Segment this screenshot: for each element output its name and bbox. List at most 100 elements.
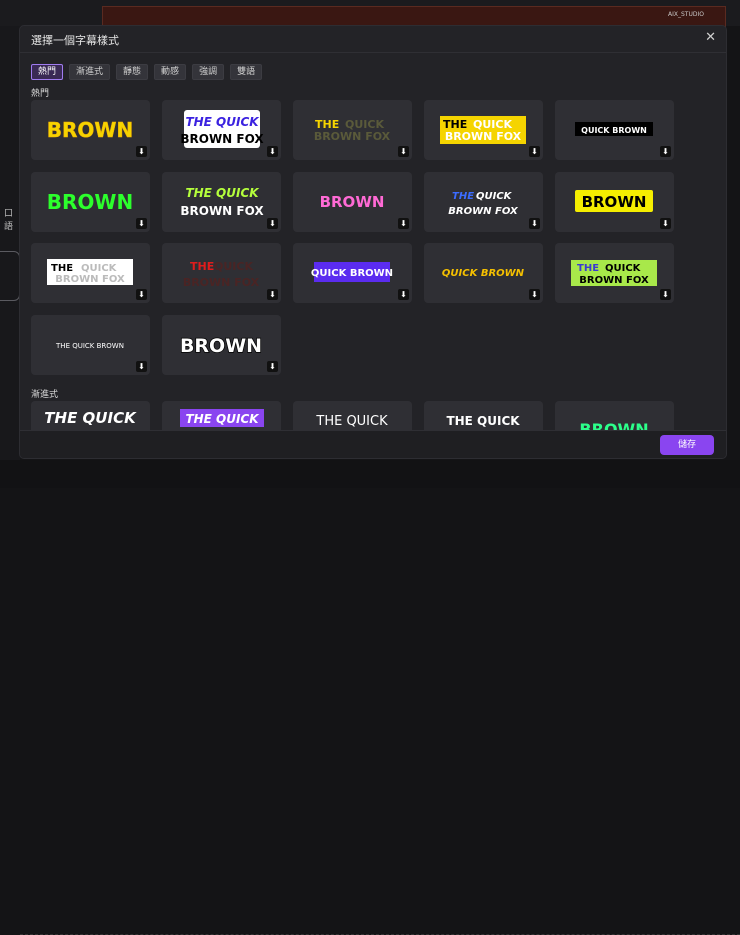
- style-preview: THE QUICK BROWN FOX: [448, 191, 519, 217]
- dialog-title: 選擇一個字幕樣式: [31, 34, 119, 47]
- svg-text:QUICK: QUICK: [81, 263, 118, 274]
- tab-static[interactable]: 靜態: [116, 64, 149, 80]
- tab-progressive[interactable]: 漸進式: [69, 64, 111, 80]
- tab-bilingual[interactable]: 雙語: [230, 64, 263, 80]
- svg-text:BROWN: BROWN: [180, 335, 262, 357]
- tab-dynamic[interactable]: 動感: [154, 64, 187, 80]
- style-preview: THE QUICK BROWN FOX: [440, 116, 526, 144]
- download-icon[interactable]: ⬇: [529, 146, 540, 157]
- svg-text:THE: THE: [51, 263, 73, 274]
- style-preview: QUICK BROWN: [575, 122, 653, 136]
- style-card[interactable]: THE QUICK BROWN FOX ⬇: [293, 100, 412, 160]
- download-icon[interactable]: ⬇: [529, 289, 540, 300]
- svg-text:BROWN FOX: BROWN FOX: [180, 132, 264, 146]
- style-preview: QUICK BROWN: [311, 262, 393, 282]
- svg-text:QUICK: QUICK: [214, 260, 253, 273]
- dialog-footer: 儲存: [20, 430, 726, 458]
- svg-text:THE QUICK: THE QUICK: [185, 186, 260, 200]
- svg-text:BROWN FOX: BROWN FOX: [579, 275, 649, 286]
- download-icon[interactable]: ⬇: [660, 218, 671, 229]
- style-card[interactable]: QUICK BROWN ⬇: [555, 100, 674, 160]
- left-panel-box[interactable]: [0, 251, 20, 301]
- style-card[interactable]: BROWN ⬇: [31, 172, 150, 232]
- svg-text:THE QUICK: THE QUICK: [44, 409, 137, 427]
- download-icon[interactable]: ⬇: [267, 289, 278, 300]
- style-preview: THE QUICK BROWN FOX: [180, 110, 264, 148]
- download-icon[interactable]: ⬇: [136, 146, 147, 157]
- tab-emphasis[interactable]: 強調: [192, 64, 225, 80]
- section-title-popular: 熱門: [31, 89, 50, 99]
- style-card[interactable]: THE QUICK: [31, 401, 150, 430]
- svg-text:QUICK BROWN: QUICK BROWN: [311, 268, 393, 279]
- download-icon[interactable]: ⬇: [529, 218, 540, 229]
- style-preview: THE QUICK: [44, 409, 137, 427]
- download-icon[interactable]: ⬇: [136, 218, 147, 229]
- style-card[interactable]: THE QUICK BROWN ⬇: [31, 315, 150, 375]
- style-preview: THE QUICK BROWN FOX: [571, 260, 657, 286]
- style-preview: BROWN: [579, 420, 648, 430]
- download-icon[interactable]: ⬇: [267, 361, 278, 372]
- download-icon[interactable]: ⬇: [136, 289, 147, 300]
- left-panel: 口語: [0, 26, 20, 466]
- download-icon[interactable]: ⬇: [398, 146, 409, 157]
- svg-text:THE: THE: [452, 191, 474, 202]
- style-preview: QUICK BROWN: [442, 268, 525, 279]
- style-card[interactable]: BROWN ⬇: [162, 315, 281, 375]
- svg-text:THE: THE: [577, 263, 599, 274]
- svg-text:BROWN FOX: BROWN FOX: [183, 276, 260, 289]
- style-card[interactable]: QUICK BROWN ⬇: [293, 243, 412, 303]
- download-icon[interactable]: ⬇: [660, 289, 671, 300]
- style-preview: THE QUICK BROWN: [55, 342, 124, 350]
- style-card[interactable]: THE QUICK: [162, 401, 281, 430]
- close-icon[interactable]: ✕: [705, 30, 716, 45]
- svg-text:QUICK BROWN: QUICK BROWN: [581, 126, 647, 135]
- download-icon[interactable]: ⬇: [267, 146, 278, 157]
- svg-text:BROWN FOX: BROWN FOX: [55, 274, 125, 285]
- style-preview: THE QUICK BROWN FOX: [180, 186, 264, 218]
- svg-text:BROWN: BROWN: [47, 190, 133, 214]
- svg-text:QUICK: QUICK: [605, 263, 642, 274]
- svg-text:QUICK BROWN: QUICK BROWN: [442, 268, 525, 279]
- style-card[interactable]: QUICK BROWN ⬇: [424, 243, 543, 303]
- style-card[interactable]: THE QUICK BROWN FOX ⬇: [31, 243, 150, 303]
- style-preview: THE QUICK: [446, 414, 520, 428]
- style-card[interactable]: BROWN ⬇: [293, 172, 412, 232]
- download-icon[interactable]: ⬇: [267, 218, 278, 229]
- svg-text:BROWN FOX: BROWN FOX: [448, 206, 519, 217]
- download-icon[interactable]: ⬇: [398, 289, 409, 300]
- download-icon[interactable]: ⬇: [136, 361, 147, 372]
- style-card[interactable]: THE QUICK: [424, 401, 543, 430]
- style-card[interactable]: BROWN: [555, 401, 674, 430]
- style-preview: THE QUICK BROWN FOX: [47, 259, 133, 285]
- svg-text:BROWN: BROWN: [47, 118, 133, 142]
- style-tabs: 熱門 漸進式 靜態 動感 強調 雙語: [31, 64, 263, 80]
- style-card[interactable]: THE QUICK BROWN FOX ⬇: [162, 243, 281, 303]
- style-card[interactable]: THE QUICK BROWN FOX ⬇: [162, 100, 281, 160]
- style-preview: BROWN: [320, 193, 385, 211]
- svg-text:THE QUICK: THE QUICK: [185, 412, 260, 426]
- save-button[interactable]: 儲存: [660, 435, 714, 455]
- svg-text:QUICK: QUICK: [476, 191, 513, 202]
- section-title-progressive: 漸進式: [31, 390, 59, 400]
- svg-text:BROWN FOX: BROWN FOX: [445, 130, 522, 143]
- style-preview: THE QUICK BROWN FOX: [183, 260, 260, 289]
- style-card[interactable]: THE QUICK BROWN FOX ⬇: [424, 100, 543, 160]
- dialog-header: 選擇一個字幕樣式 ✕: [20, 26, 726, 53]
- style-card[interactable]: BROWN ⬇: [31, 100, 150, 160]
- progressive-row: THE QUICK THE QUICK THE QUICK THE QUICK …: [31, 401, 721, 430]
- style-preview: BROWN: [47, 118, 134, 143]
- svg-text:BROWN FOX: BROWN FOX: [180, 204, 264, 218]
- caption-style-dialog: 選擇一個字幕樣式 ✕ 熱門 漸進式 靜態 動感 強調 雙語 熱門 BROWN ⬇…: [20, 26, 726, 458]
- style-card[interactable]: THE QUICK BROWN FOX ⬇: [424, 172, 543, 232]
- style-card[interactable]: BROWN ⬇: [555, 172, 674, 232]
- style-card[interactable]: THE QUICK BROWN FOX ⬇: [555, 243, 674, 303]
- svg-text:BROWN: BROWN: [582, 193, 647, 211]
- style-card[interactable]: THE QUICK BROWN FOX ⬇: [162, 172, 281, 232]
- svg-text:THE QUICK BROWN: THE QUICK BROWN: [55, 342, 124, 350]
- timeline-area: [0, 460, 740, 935]
- style-preview: THE QUICK: [315, 414, 388, 429]
- style-card[interactable]: THE QUICK: [293, 401, 412, 430]
- download-icon[interactable]: ⬇: [660, 146, 671, 157]
- download-icon[interactable]: ⬇: [398, 218, 409, 229]
- tab-popular[interactable]: 熱門: [31, 64, 64, 80]
